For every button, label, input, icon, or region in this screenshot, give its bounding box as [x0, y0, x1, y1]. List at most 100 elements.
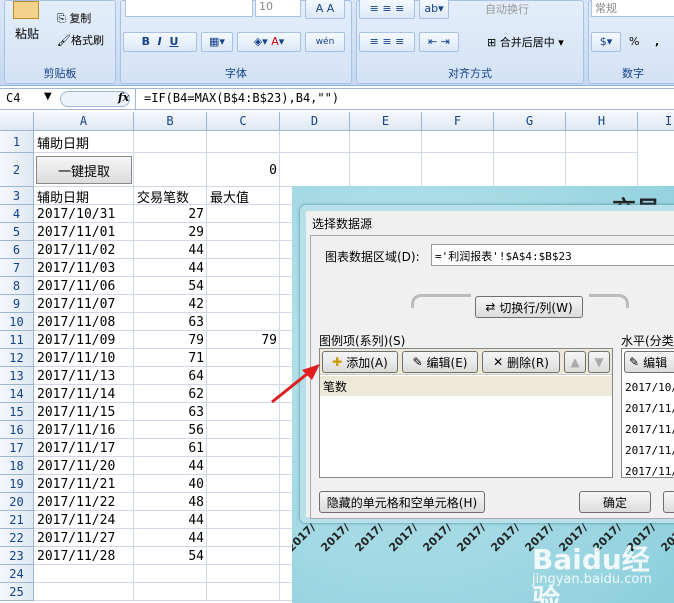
- cell[interactable]: [134, 131, 207, 153]
- underline-button[interactable]: U: [169, 35, 178, 48]
- count-cell[interactable]: 48: [134, 493, 207, 511]
- horizontal-align-icon[interactable]: ≡ ≡ ≡: [359, 32, 415, 52]
- max-cell[interactable]: [207, 529, 280, 547]
- font-name-select[interactable]: [125, 0, 253, 17]
- header-cell[interactable]: 最大值: [207, 187, 280, 206]
- cell[interactable]: [207, 583, 280, 601]
- row-header-15[interactable]: 15: [0, 403, 34, 421]
- insert-function-icon[interactable]: fx: [118, 91, 129, 104]
- date-cell[interactable]: 2017/11/06: [34, 277, 134, 295]
- max-cell[interactable]: [207, 493, 280, 511]
- count-cell[interactable]: 44: [134, 457, 207, 475]
- name-box[interactable]: C4: [6, 91, 20, 105]
- max-cell[interactable]: [207, 241, 280, 259]
- delete-series-button[interactable]: ✕ 删除(R): [482, 351, 560, 373]
- cell[interactable]: [134, 565, 207, 583]
- cancel-button[interactable]: [663, 491, 674, 513]
- ok-button[interactable]: 确定: [579, 491, 651, 513]
- max-cell[interactable]: [207, 295, 280, 313]
- indent-icon[interactable]: ⇤ ⇥: [419, 32, 459, 52]
- date-cell[interactable]: 2017/11/15: [34, 403, 134, 421]
- cell[interactable]: [34, 565, 134, 583]
- row-header-22[interactable]: 22: [0, 529, 34, 547]
- add-series-button[interactable]: ✚ 添加(A): [322, 351, 398, 373]
- count-cell[interactable]: 44: [134, 259, 207, 277]
- border-icon[interactable]: ▦▾: [201, 32, 233, 52]
- header-cell[interactable]: 辅助日期: [34, 187, 134, 206]
- chart-range-input[interactable]: ='利润报表'!$A$4:$B$23: [431, 244, 674, 266]
- row-header-6[interactable]: 6: [0, 241, 34, 259]
- axis-label-item[interactable]: 2017/10/3: [622, 377, 674, 398]
- cell[interactable]: [566, 131, 638, 153]
- count-cell[interactable]: 44: [134, 511, 207, 529]
- paste-button[interactable]: 粘贴: [15, 25, 39, 42]
- row-header-21[interactable]: 21: [0, 511, 34, 529]
- cell[interactable]: [280, 131, 350, 153]
- column-header-D[interactable]: D: [280, 112, 350, 131]
- count-cell[interactable]: 29: [134, 223, 207, 241]
- fill-font-color-icon[interactable]: ◈▾ A▾: [237, 32, 301, 52]
- row-header-3[interactable]: 3: [0, 187, 34, 205]
- row-header-10[interactable]: 10: [0, 313, 34, 331]
- date-cell[interactable]: 2017/11/03: [34, 259, 134, 277]
- max-cell[interactable]: [207, 439, 280, 457]
- count-cell[interactable]: 63: [134, 403, 207, 421]
- copy-button[interactable]: ⎘ 复制: [57, 10, 91, 26]
- count-cell[interactable]: 42: [134, 295, 207, 313]
- column-header-F[interactable]: F: [422, 112, 494, 131]
- cell[interactable]: [134, 153, 207, 187]
- number-format-select[interactable]: 常规: [591, 0, 674, 17]
- header-cell[interactable]: 交易笔数: [134, 187, 207, 206]
- row-header-20[interactable]: 20: [0, 493, 34, 511]
- cell[interactable]: [494, 131, 566, 153]
- cell[interactable]: [207, 131, 280, 153]
- comma-button[interactable]: ,: [655, 35, 659, 48]
- row-header-9[interactable]: 9: [0, 295, 34, 313]
- row-header-13[interactable]: 13: [0, 367, 34, 385]
- row-header-14[interactable]: 14: [0, 385, 34, 403]
- column-header-A[interactable]: A: [34, 112, 134, 131]
- date-cell[interactable]: 2017/11/20: [34, 457, 134, 475]
- row-header-19[interactable]: 19: [0, 475, 34, 493]
- row-header-11[interactable]: 11: [0, 331, 34, 349]
- date-cell[interactable]: 2017/11/28: [34, 547, 134, 565]
- max-cell[interactable]: [207, 223, 280, 241]
- max-cell[interactable]: [207, 511, 280, 529]
- count-cell[interactable]: 44: [134, 529, 207, 547]
- date-cell[interactable]: 2017/11/14: [34, 385, 134, 403]
- max-cell[interactable]: [207, 547, 280, 565]
- count-cell[interactable]: 54: [134, 277, 207, 295]
- row-header-17[interactable]: 17: [0, 439, 34, 457]
- bold-italic-underline[interactable]: B I U: [123, 32, 197, 52]
- move-up-icon[interactable]: ▲: [564, 351, 586, 373]
- vertical-align-icon[interactable]: ≡ ≡ ≡: [359, 0, 415, 19]
- max-cell[interactable]: 79: [207, 331, 280, 349]
- move-down-icon[interactable]: ▼: [588, 351, 610, 373]
- row-header-24[interactable]: 24: [0, 565, 34, 583]
- cell[interactable]: [280, 153, 350, 187]
- font-grow-shrink[interactable]: A A: [305, 0, 345, 19]
- date-cell[interactable]: 2017/10/31: [34, 205, 134, 223]
- cell[interactable]: [207, 565, 280, 583]
- switch-row-column-button[interactable]: ⇄ 切换行/列(W): [475, 296, 583, 318]
- hidden-empty-cells-button[interactable]: 隐藏的单元格和空单元格(H): [319, 491, 485, 513]
- cell-a1[interactable]: 辅助日期: [34, 131, 134, 153]
- merge-center-button[interactable]: ⊞ 合并后居中 ▾: [487, 34, 564, 50]
- row-header-2[interactable]: 2: [0, 153, 34, 187]
- count-cell[interactable]: 71: [134, 349, 207, 367]
- count-cell[interactable]: 40: [134, 475, 207, 493]
- axis-label-item[interactable]: 2017/11/0: [622, 461, 674, 477]
- count-cell[interactable]: 64: [134, 367, 207, 385]
- edit-axis-button[interactable]: ✎ 编辑: [624, 351, 674, 373]
- count-cell[interactable]: 56: [134, 421, 207, 439]
- column-header-G[interactable]: G: [494, 112, 566, 131]
- bold-button[interactable]: B: [142, 35, 150, 48]
- column-header-I[interactable]: I: [638, 112, 674, 131]
- count-cell[interactable]: 63: [134, 313, 207, 331]
- date-cell[interactable]: 2017/11/13: [34, 367, 134, 385]
- date-cell[interactable]: 2017/11/27: [34, 529, 134, 547]
- column-header-H[interactable]: H: [566, 112, 638, 131]
- row-header-23[interactable]: 23: [0, 547, 34, 565]
- series-item[interactable]: 笔数: [320, 376, 612, 396]
- date-cell[interactable]: 2017/11/16: [34, 421, 134, 439]
